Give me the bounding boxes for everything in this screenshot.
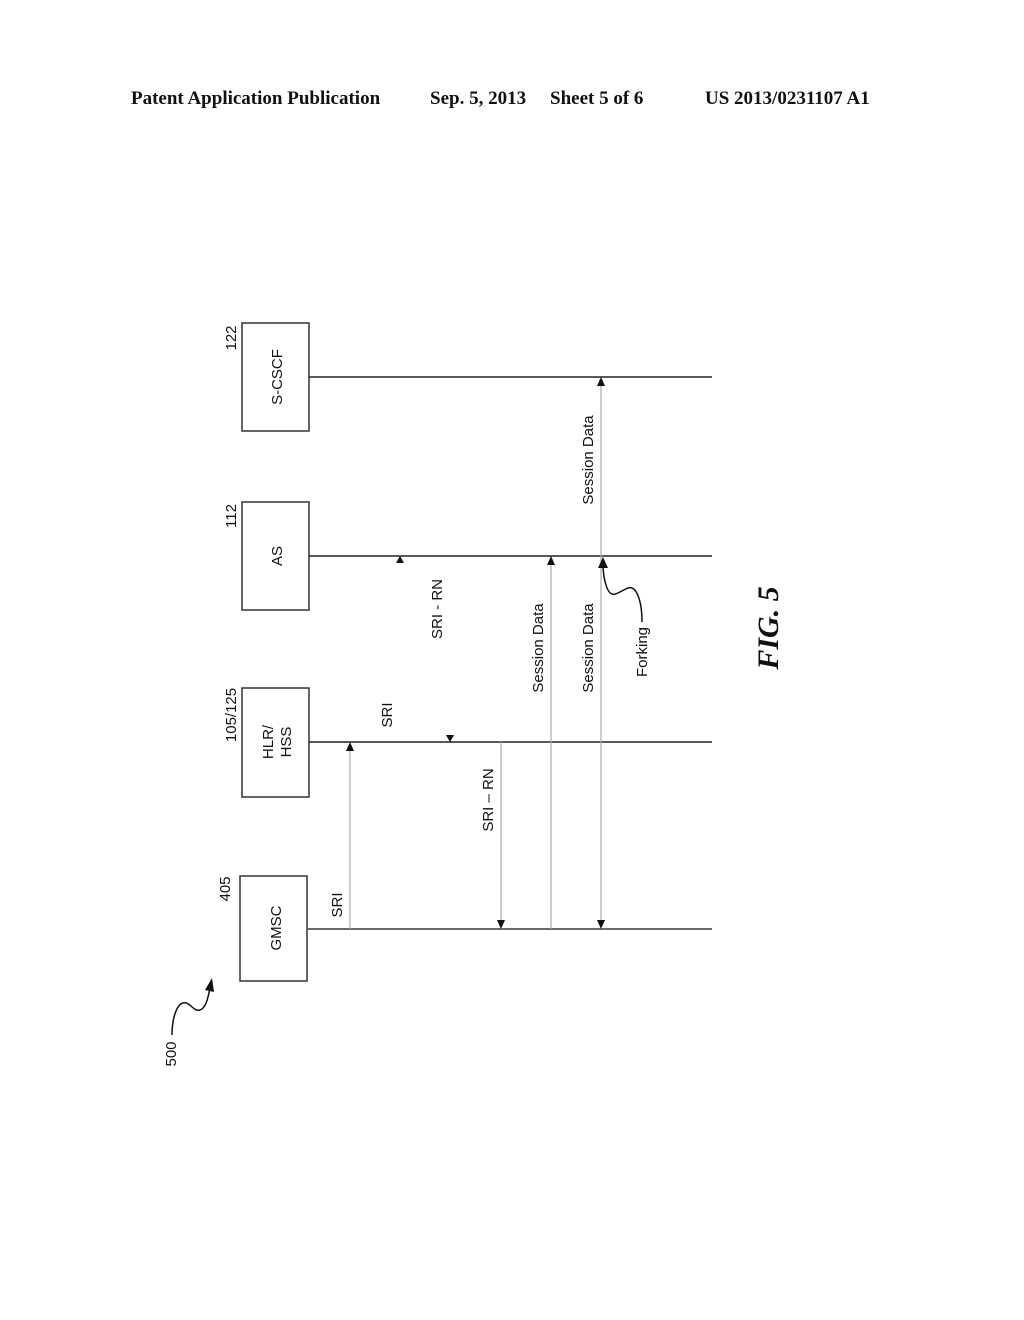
message-sri-rn-hlr-to-gmsc: SRI – RN [480, 742, 505, 929]
arrowhead-icon [446, 735, 454, 742]
entity-label: GMSC [268, 905, 285, 950]
arrowhead-icon [346, 742, 354, 751]
arrowhead-icon [547, 556, 555, 565]
figure-ref-number: 500 [163, 1041, 180, 1066]
entity-ref: 105/125 [223, 688, 240, 742]
entity-ref: 405 [217, 876, 234, 901]
message-label: Session Data [580, 415, 597, 505]
forking-annotation: Forking [598, 557, 651, 677]
forking-pointer [602, 563, 643, 623]
message-label: SRI – RN [480, 768, 497, 831]
arrowhead-icon [598, 557, 608, 568]
entity-ref: 112 [223, 504, 240, 528]
entity-label: S-CSCF [269, 349, 286, 405]
arrowhead-icon [597, 920, 605, 929]
message-sri-rn-as: SRI - RN [396, 556, 446, 639]
figure-ref-annotation: 500 [163, 978, 214, 1067]
entity-label: HLR/ [260, 724, 277, 759]
message-label: SRI - RN [429, 579, 446, 639]
message-label: SRI [329, 892, 346, 917]
entity-gmsc: GMSC 405 [217, 875, 712, 982]
arrowhead-icon [497, 920, 505, 929]
entity-ref: 122 [223, 325, 240, 350]
message-sri-gmsc-to-hlr: SRI [329, 742, 354, 929]
message-label: Session Data [530, 603, 547, 693]
entity-hlr-hss: HLR/ HSS 105/125 [223, 687, 712, 798]
forking-label: Forking [634, 627, 651, 677]
figure-caption: FIG. 5 [752, 586, 785, 670]
message-label: SRI [379, 702, 396, 727]
message-label: Session Data [580, 603, 597, 693]
entity-label: AS [269, 546, 286, 566]
entity-as: AS 112 [223, 501, 712, 611]
message-session-data-as-to-scscf: Session Data [580, 377, 605, 556]
arrowhead-icon [396, 556, 404, 563]
entity-scscf: S-CSCF 122 [223, 322, 712, 432]
arrowhead-icon [597, 377, 605, 386]
arrowhead-icon [205, 978, 214, 992]
message-sri-hlr-to-as: SRI [379, 702, 454, 742]
squiggle-pointer [171, 987, 211, 1036]
sequence-diagram: S-CSCF 122 AS 112 HLR/ HSS 105/125 GMSC … [163, 322, 785, 1067]
entity-label-line2: HSS [278, 727, 295, 758]
